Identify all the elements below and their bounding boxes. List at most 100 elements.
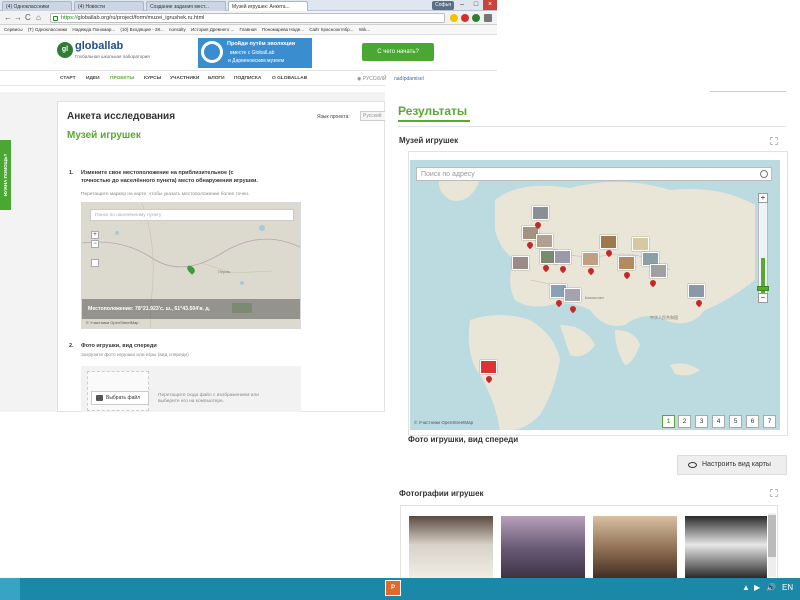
home-icon[interactable]: ⌂: [36, 13, 41, 23]
bookmark-item[interactable]: (T) Одноклассники: [28, 25, 67, 34]
map-page-button[interactable]: 3: [695, 415, 708, 428]
nav-item-subscription[interactable]: ПОДПИСКА: [234, 71, 261, 87]
forward-icon[interactable]: →: [14, 13, 22, 23]
nav-item-about[interactable]: О GLOBALLAB: [272, 71, 307, 87]
zoom-in-button[interactable]: +: [758, 193, 768, 203]
search-icon[interactable]: [760, 170, 768, 178]
map-page-button[interactable]: 5: [729, 415, 742, 428]
map-page-button[interactable]: 6: [746, 415, 759, 428]
place-search-input[interactable]: Поиск по населённому пункту: [90, 209, 294, 221]
photo-upload-area[interactable]: [81, 366, 301, 412]
map-page-button[interactable]: 2: [678, 415, 691, 428]
toy-photo[interactable]: [593, 516, 677, 580]
bookmark-item[interactable]: Главная: [239, 25, 256, 34]
nav-item-courses[interactable]: КУРСЫ: [144, 71, 161, 87]
star-icon[interactable]: [450, 14, 458, 22]
question-hint: Загрузите фото игрушки или игры (вид спе…: [81, 353, 189, 358]
language-selector[interactable]: ◉ РУССКИЙ: [357, 71, 387, 87]
nav-item-start[interactable]: СТАРТ: [60, 71, 76, 87]
bookmark-item[interactable]: История Древнего ...: [191, 25, 234, 34]
choose-file-button[interactable]: Выбрать файл: [91, 391, 149, 405]
nav-item-projects[interactable]: ПРОЕКТЫ: [110, 71, 134, 87]
banner-text: вместе с GlobalLab: [230, 50, 275, 56]
language-label: РУССКИЙ: [362, 76, 387, 82]
scrollbar-thumb[interactable]: [768, 515, 776, 557]
reload-icon[interactable]: C: [25, 13, 31, 23]
photo-marker[interactable]: [512, 256, 529, 270]
bookmarks-bar: Сервисы (T) Одноклассники Надежда Понома…: [0, 25, 497, 35]
photo-marker[interactable]: [480, 360, 497, 374]
back-icon[interactable]: ←: [4, 13, 12, 23]
bookmark-item[interactable]: Сайт Краснооктябр...: [309, 25, 353, 34]
url-field[interactable]: https://globallab.org/ru/project/form/mu…: [50, 13, 445, 23]
bookmark-item[interactable]: Wik...: [359, 25, 370, 34]
bookmark-item[interactable]: (10) Входящие - 28...: [120, 25, 163, 34]
toy-photo[interactable]: [409, 516, 493, 580]
adblock-icon[interactable]: [461, 14, 469, 22]
layers-icon[interactable]: [91, 259, 99, 267]
getting-started-button[interactable]: С чего начать?: [362, 43, 434, 61]
expand-icon[interactable]: [770, 489, 778, 497]
map-page-button[interactable]: 4: [712, 415, 725, 428]
location-map[interactable]: Поиск по населённому пункту + − Пермь Ме…: [81, 202, 301, 329]
bookmark-item[interactable]: Надежда Пономар...: [72, 25, 115, 34]
photo-marker[interactable]: [688, 284, 705, 298]
project-language-label: Язык проекта:: [317, 114, 350, 120]
expand-icon[interactable]: [770, 137, 778, 145]
zoom-in-button[interactable]: +: [91, 231, 99, 239]
photo-marker[interactable]: [554, 250, 571, 264]
map-attribution[interactable]: © Участники OpenStreetMap: [414, 420, 473, 425]
tab-label: (4) Одноклассники: [6, 4, 50, 10]
volume-icon[interactable]: 🔊: [766, 583, 776, 592]
project-language-select[interactable]: Русский: [360, 111, 386, 121]
photo-marker[interactable]: [532, 206, 549, 220]
photo-marker[interactable]: [582, 252, 599, 266]
bookmark-item[interactable]: Пономарева Наде...: [262, 25, 304, 34]
photo-marker[interactable]: [650, 264, 667, 278]
browser-tab-active[interactable]: Музей игрушек: Анкета...: [228, 1, 308, 11]
nav-item-blogs[interactable]: БЛОГИ: [208, 71, 225, 87]
photo-marker[interactable]: [632, 237, 649, 251]
map-country-label: Казахстан: [585, 295, 604, 300]
zoom-out-button[interactable]: −: [758, 293, 768, 303]
bookmark-item[interactable]: nonsalty: [169, 25, 186, 34]
tray-arrow-icon[interactable]: ▲: [742, 583, 750, 592]
toy-photo[interactable]: [501, 516, 585, 580]
evolution-banner[interactable]: Пройди путём эволюции вместе с GlobalLab…: [198, 38, 312, 68]
map-page-button[interactable]: 1: [662, 415, 675, 428]
photo-marker[interactable]: [564, 288, 581, 302]
nav-item-ideas[interactable]: ИДЕИ: [86, 71, 100, 87]
results-map[interactable]: Поиск по адресу + − Казахстан 中华人民共和国 © …: [410, 160, 780, 430]
browser-tab[interactable]: (4) Одноклассники: [2, 1, 72, 11]
extension-icon[interactable]: [472, 14, 480, 22]
maximize-icon[interactable]: □: [469, 0, 483, 10]
map-attribution[interactable]: © Участники OpenStreetMap: [86, 320, 139, 325]
toy-photo[interactable]: [685, 516, 767, 580]
globallab-logo-icon[interactable]: gl: [57, 42, 73, 58]
photo-marker[interactable]: [618, 256, 635, 270]
configure-map-view-button[interactable]: Настроить вид карты: [677, 455, 787, 475]
browser-tab[interactable]: (4) Новости: [74, 1, 144, 11]
gallery-scrollbar[interactable]: [768, 513, 776, 577]
taskbar-item[interactable]: [0, 578, 20, 600]
bookmark-item[interactable]: Сервисы: [4, 25, 23, 34]
photo-marker[interactable]: [536, 234, 553, 248]
keyboard-layout[interactable]: EN: [782, 583, 793, 592]
photo-marker[interactable]: [600, 235, 617, 249]
powerpoint-icon[interactable]: P: [385, 580, 401, 596]
menu-icon[interactable]: [484, 14, 492, 22]
profile-button[interactable]: Софья: [432, 1, 454, 10]
close-icon[interactable]: ×: [483, 0, 497, 10]
site-logo[interactable]: globallab: [75, 40, 123, 52]
map-page-button[interactable]: 7: [763, 415, 776, 428]
browser-tab[interactable]: Создание задания мест...: [146, 1, 226, 11]
site-nav: СТАРТ ИДЕИ ПРОЕКТЫ КУРСЫ УЧАСТНИКИ БЛОГИ…: [0, 70, 497, 86]
address-search-input[interactable]: Поиск по адресу: [416, 167, 772, 181]
tray-play-icon[interactable]: ▶: [754, 583, 760, 592]
minimize-icon[interactable]: –: [455, 0, 469, 10]
zoom-out-button[interactable]: −: [91, 240, 99, 248]
photos-section-title: Фотографии игрушек: [399, 489, 484, 498]
divider: [710, 91, 786, 92]
nav-item-participants[interactable]: УЧАСТНИКИ: [170, 71, 199, 87]
zoom-slider-handle[interactable]: [757, 286, 769, 291]
